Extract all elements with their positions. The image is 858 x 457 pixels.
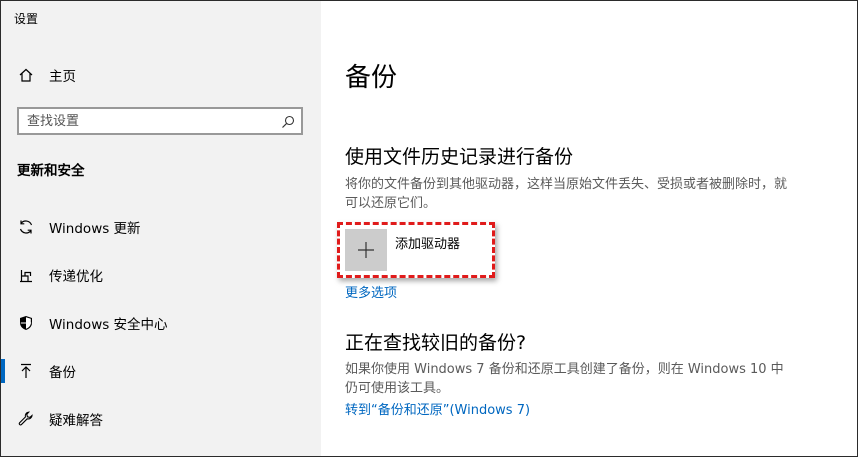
add-drive-label: 添加驱动器 (395, 237, 461, 252)
home-icon (17, 66, 35, 84)
file-history-description: 将你的文件备份到其他驱动器，这样当原始文件丢失、受损或者被删除时，就可以还原它们… (345, 177, 788, 211)
backup-restore-link[interactable]: 转到“备份和还原”(Windows 7) (345, 399, 530, 418)
sidebar-item-label: Windows 安全中心 (49, 317, 168, 333)
sidebar-item-delivery-optimization[interactable]: 传递优化 (1, 255, 321, 295)
search-box[interactable] (17, 107, 303, 135)
wrench-icon (17, 410, 35, 428)
sidebar-item-home[interactable]: 主页 (1, 55, 321, 95)
older-backup-description: 如果你使用 Windows 7 备份和还原工具创建了备份，则在 Windows … (345, 362, 784, 396)
sidebar-item-label: 疑难解答 (49, 413, 103, 429)
sidebar-item-windows-security[interactable]: Windows 安全中心 (1, 303, 321, 343)
section-title: 更新和安全 (17, 163, 85, 179)
sidebar-item-troubleshoot[interactable]: 疑难解答 (1, 399, 321, 439)
backup-arrow-icon (17, 362, 35, 380)
add-drive-button[interactable]: 添加驱动器 (345, 229, 495, 271)
main-content: 备份 使用文件历史记录进行备份 将你的文件备份到其他驱动器，这样当原始文件丢失、… (321, 1, 857, 456)
app-title: 设置 (14, 12, 39, 26)
plus-icon (358, 242, 374, 258)
sidebar-item-windows-update[interactable]: Windows 更新 (1, 207, 321, 247)
more-options-link[interactable]: 更多选项 (345, 282, 397, 301)
sidebar: 设置 主页 更新和安全 Windows 更新 传递优化 (1, 1, 321, 456)
sidebar-item-label: 传递优化 (49, 269, 103, 285)
selected-indicator (1, 359, 5, 383)
sync-icon (17, 218, 35, 236)
sidebar-item-label: 主页 (49, 69, 76, 85)
add-tile[interactable] (345, 229, 387, 271)
sidebar-item-backup[interactable]: 备份 (1, 351, 321, 391)
sidebar-item-label: Windows 更新 (49, 221, 141, 237)
file-history-heading: 使用文件历史记录进行备份 (345, 146, 574, 168)
page-title: 备份 (345, 63, 398, 93)
delivery-optimization-icon (17, 266, 35, 284)
older-backup-heading: 正在查找较旧的备份? (345, 332, 527, 354)
search-icon[interactable] (281, 114, 295, 128)
search-input[interactable] (27, 113, 267, 129)
sidebar-item-label: 备份 (49, 365, 76, 381)
settings-window: 设置 主页 更新和安全 Windows 更新 传递优化 (0, 0, 858, 457)
shield-icon (17, 314, 35, 332)
